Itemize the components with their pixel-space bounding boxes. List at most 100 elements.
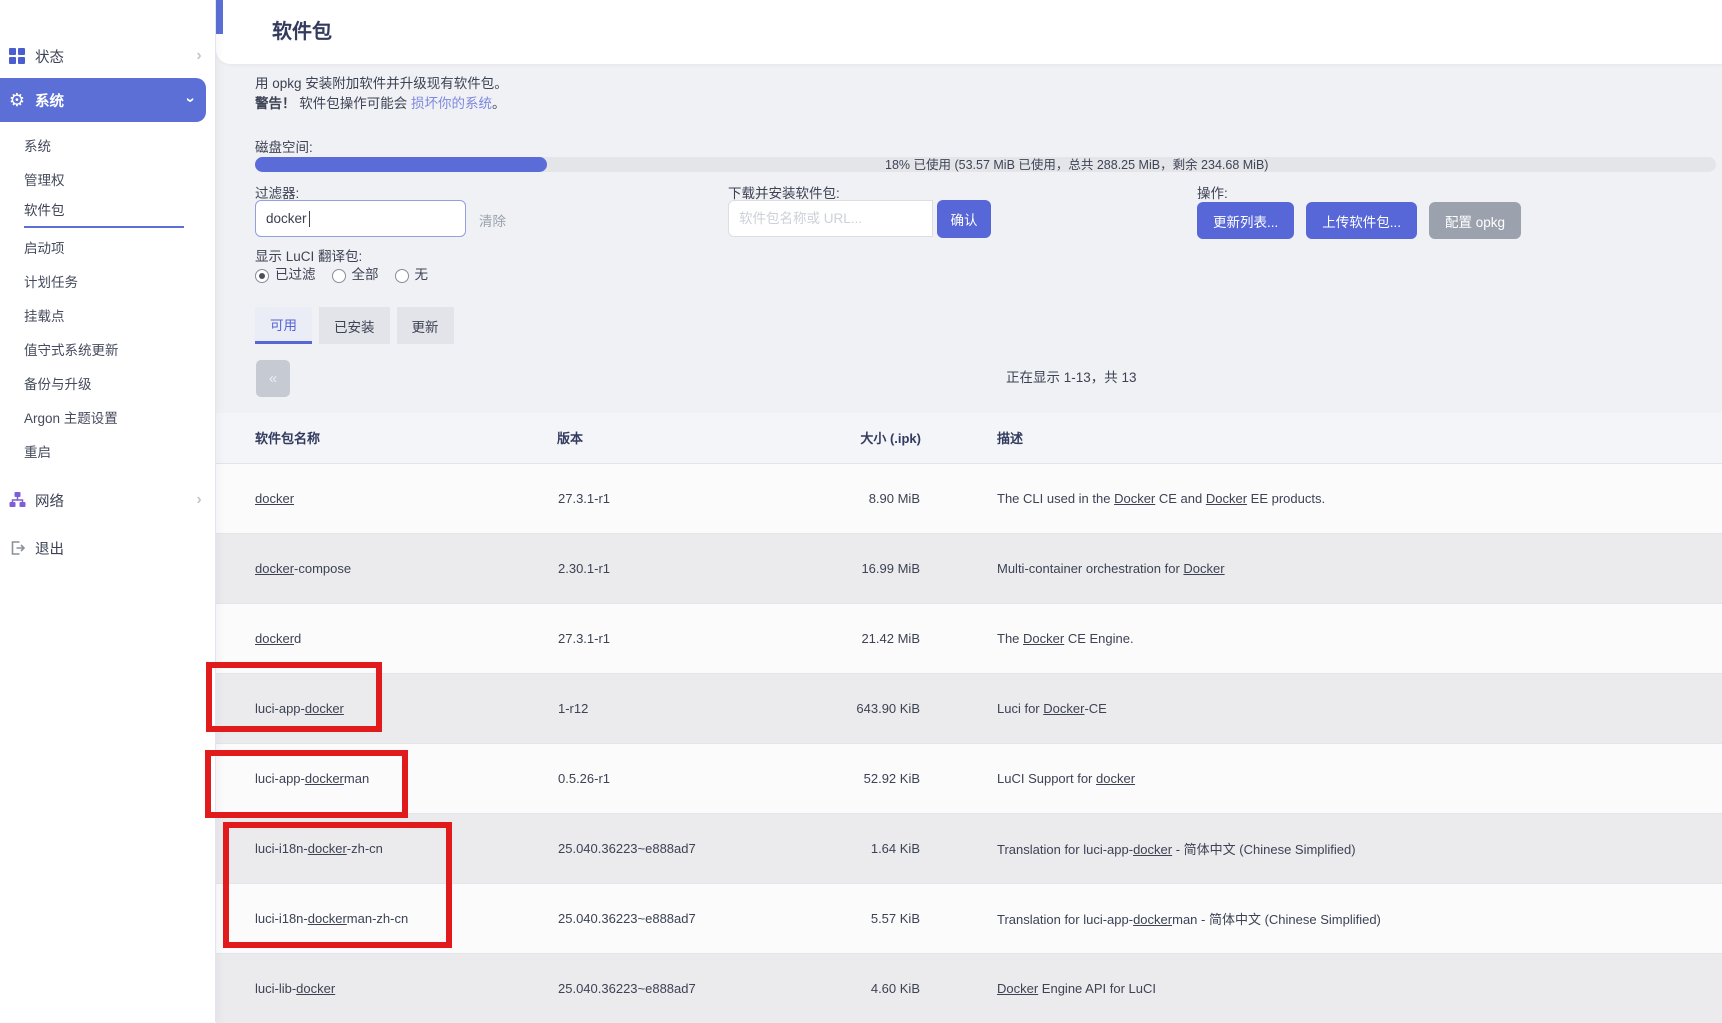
dashboard-grid-icon [8,47,26,65]
disk-usage-text: 18% 已使用 (53.57 MiB 已使用，总共 288.25 MiB，剩余 … [885,157,1268,172]
package-size: 5.57 KiB [779,883,921,953]
sidebar-item-system-general[interactable]: 系统 [0,128,215,162]
network-icon [8,491,26,509]
update-lists-button[interactable]: 更新列表... [1197,202,1294,239]
download-install-label: 下载并安装软件包: [728,182,840,202]
sidebar-item-argon-config[interactable]: Argon 主题设置 [0,400,215,434]
package-size: 16.99 MiB [779,533,921,603]
tab-available[interactable]: 可用 [255,307,312,344]
radio-option[interactable]: 已过滤 [255,263,316,283]
filter-label: 过滤器: [255,182,299,202]
table-row: docker27.3.1-r18.90 MiBThe CLI used in t… [216,463,1722,533]
action-buttons: 更新列表... 上传软件包... 配置 opkg [1197,202,1521,239]
main-content: 软件包 用 opkg 安装附加软件并升级现有软件包。 警告！ 软件包操作可能会 … [216,0,1722,1022]
package-version: 1-r12 [557,673,779,743]
column-header-name: 软件包名称 [216,413,557,463]
radio-unselected-icon[interactable] [395,269,409,283]
table-row: luci-i18n-dockerman-zh-cn25.040.36223~e8… [216,883,1722,953]
filter-input[interactable]: docker [255,200,466,237]
sidebar-item-network[interactable]: 网络› [0,482,215,518]
page-title: 软件包 [272,0,332,64]
pagination-prev-button[interactable]: « [256,360,290,397]
logout-icon [8,539,26,557]
sidebar-item-startup[interactable]: 启动项 [0,230,215,264]
filter-input-value: docker [266,211,307,226]
sidebar-item-backup-upgrade[interactable]: 备份与升级 [0,366,215,400]
pagination-status: 正在显示 1-13，共 13 [1006,366,1137,386]
gear-icon: ⚙ [8,91,26,109]
radio-selected-icon[interactable] [255,269,269,283]
sidebar-item-label: 系统 [24,135,51,155]
header-accent-bar [216,0,223,34]
sidebar-item-software[interactable]: 软件包 [0,196,215,230]
package-description: Multi-container orchestration for Docker [921,533,1722,603]
package-url-input[interactable] [728,200,933,237]
upload-package-button[interactable]: 上传软件包... [1306,202,1417,239]
table-row: docker-compose2.30.1-r116.99 MiBMulti-co… [216,533,1722,603]
configure-opkg-button[interactable]: 配置 opkg [1429,202,1521,239]
clear-filter-button[interactable]: 清除 [471,206,514,234]
table-row: luci-i18n-docker-zh-cn 25.040.36223~e888a… [216,813,1722,883]
tab-updates[interactable]: 更新 [397,307,454,344]
sidebar-item-label: 系统 [35,90,184,111]
sidebar-item-status[interactable]: 状态› [0,38,215,74]
confirm-button[interactable]: 确认 [937,200,991,238]
package-name-link[interactable]: dockerd [255,631,301,646]
intro-line1: 用 opkg 安装附加软件并升级现有软件包。 [255,74,508,94]
intro-text: 用 opkg 安装附加软件并升级现有软件包。 警告！ 软件包操作可能会 损坏你的… [255,74,508,114]
package-description: Docker Engine API for LuCI [921,953,1722,1023]
sidebar-item-label: 启动项 [24,237,65,257]
package-tabs: 可用已安装更新 [255,307,454,344]
sidebar-item-label: 软件包 [24,199,184,228]
package-name-link[interactable]: luci-lib-docker [255,981,335,996]
sidebar: 状态›⚙系统›系统管理权软件包启动项计划任务挂载点值守式系统更新备份与升级Arg… [0,0,216,1022]
radio-unselected-icon[interactable] [332,269,346,283]
translation-packages-label: 显示 LuCI 翻译包: [255,245,362,265]
column-header-size: 大小 (.ipk) [779,413,921,463]
sidebar-item-label: 状态 [35,46,193,67]
sidebar-item-reboot[interactable]: 重启 [0,434,215,468]
column-header-desc: 描述 [921,413,1722,463]
package-version: 25.040.36223~e888ad7 [557,953,779,1023]
sidebar-item-label: 挂载点 [24,305,65,325]
radio-option[interactable]: 无 [395,263,429,283]
table-row: luci-app-docker1-r12643.90 KiBLuci for D… [216,673,1722,743]
sidebar-item-label: 退出 [35,538,205,559]
package-table: 软件包名称 版本 大小 (.ipk) 描述 docker27.3.1-r18.9… [216,413,1722,1023]
sidebar-item-logout[interactable]: 退出 [0,530,215,566]
sidebar-item-label: Argon 主题设置 [24,407,118,427]
package-name-link[interactable]: docker-compose [255,561,351,576]
table-row: luci-app-dockerman0.5.26-r152.92 KiBLuCI… [216,743,1722,813]
chevron-right-icon: › [193,47,205,65]
radio-option-label: 无 [415,263,429,283]
page-header-bar: 软件包 [216,0,1722,64]
sidebar-item-attended-sysupgrade[interactable]: 值守式系统更新 [0,332,215,366]
actions-label: 操作: [1197,182,1228,202]
sidebar-item-label: 网络 [35,490,193,511]
damage-system-link[interactable]: 损坏你的系统 [411,96,492,111]
disk-usage-fill [255,157,547,172]
sidebar-item-mount-points[interactable]: 挂载点 [0,298,215,332]
package-table-body: docker27.3.1-r18.90 MiBThe CLI used in t… [216,463,1722,1023]
package-name-link[interactable]: luci-i18n-dockerman-zh-cn [255,911,408,926]
radio-option-label: 全部 [352,263,379,283]
package-name-link[interactable]: docker [255,491,294,506]
sidebar-item-system[interactable]: ⚙系统› [0,78,206,122]
package-name-link[interactable]: luci-app-docker [255,701,344,716]
table-header-row: 软件包名称 版本 大小 (.ipk) 描述 [216,413,1722,463]
radio-option-label: 已过滤 [275,263,316,283]
chevron-right-icon: › [193,491,205,509]
package-version: 0.5.26-r1 [557,743,779,813]
package-name-link[interactable]: luci-app-dockerman [255,771,369,786]
package-version: 25.040.36223~e888ad7 [557,813,779,883]
package-name-link[interactable]: luci-i18n-docker-zh-cn [255,841,383,856]
sidebar-item-label: 管理权 [24,169,65,189]
radio-option[interactable]: 全部 [332,263,379,283]
disk-space-label: 磁盘空间: [255,136,313,156]
sidebar-item-administration[interactable]: 管理权 [0,162,215,196]
warning-label: 警告！ [255,96,296,111]
package-size: 21.42 MiB [779,603,921,673]
tab-installed[interactable]: 已安装 [319,307,390,344]
package-size: 1.64 KiB [779,813,921,883]
sidebar-item-scheduled-tasks[interactable]: 计划任务 [0,264,215,298]
